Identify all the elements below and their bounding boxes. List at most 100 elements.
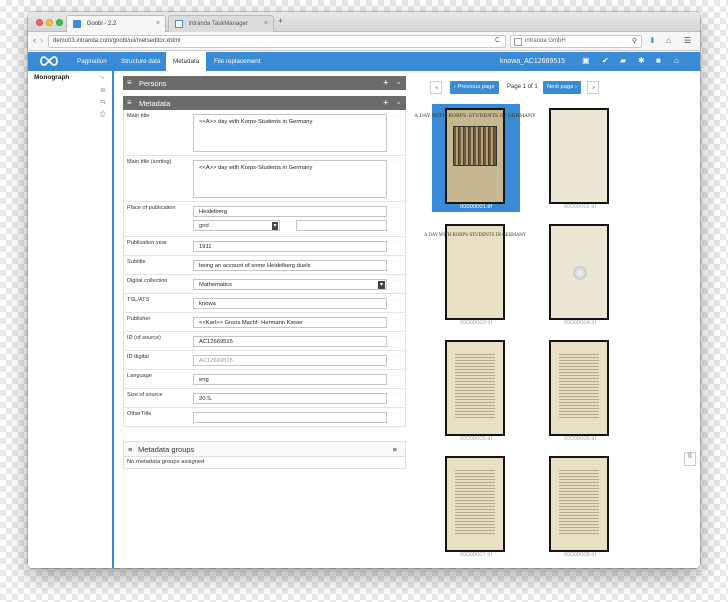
image-icon[interactable]: ▣ (582, 56, 590, 65)
metadata-section-header[interactable]: ≡ Metadata + - (123, 96, 406, 110)
save-icon[interactable]: ■ (656, 56, 661, 65)
row-actions-icon[interactable]: ◦◦ (392, 354, 400, 360)
row-actions-icon[interactable]: ◦◦ (392, 159, 400, 165)
authority-value-field[interactable] (296, 220, 387, 231)
groups-options-icon[interactable]: ≡ (393, 445, 397, 454)
menu-icon[interactable]: ☰ (684, 36, 691, 45)
metadata-add-icon[interactable]: + (383, 98, 388, 107)
thumbnail-7[interactable]: 00000007.tif (432, 452, 520, 560)
zoom-window-icon[interactable] (56, 19, 63, 26)
digital-collection-select[interactable]: Mathematics (193, 279, 387, 290)
groups-menu-icon[interactable]: ≡ (128, 445, 132, 454)
goobi-logo-icon[interactable] (38, 55, 60, 67)
row-actions-icon[interactable]: ◦◦ (392, 411, 400, 417)
row-actions-icon[interactable]: ◦◦ (392, 278, 400, 284)
main-title-sorting-field[interactable]: <<A>> day with Korps-Students in Germany (193, 160, 387, 198)
thumbnail-8[interactable]: 00000008.tif (536, 452, 624, 560)
tab-taskmanager[interactable]: intranda TaskManager × (168, 15, 274, 32)
tab-close-icon[interactable]: × (156, 20, 160, 27)
first-page-button[interactable]: « (430, 81, 442, 94)
field-label: Main title (sorting) (127, 159, 172, 165)
field-row-subtitle: Subtitle being an account of some Heidel… (123, 256, 406, 275)
persons-section-header[interactable]: ≡ Persons + - (123, 76, 406, 90)
place-of-publication-field[interactable]: Heidelberg (193, 206, 387, 217)
publication-year-field[interactable]: 1911 (193, 241, 387, 252)
page-image (549, 340, 609, 436)
row-actions-icon[interactable]: ◦◦ (392, 297, 400, 303)
tab-label: Goobi - 2.2 (86, 21, 117, 27)
new-tab-button[interactable]: + (278, 16, 283, 26)
forward-icon[interactable]: › (40, 35, 43, 45)
bookmark-icon[interactable]: ⌷ (684, 452, 696, 466)
close-window-icon[interactable] (36, 19, 43, 26)
nav-structure-data[interactable]: Structure data (114, 52, 168, 71)
id-digital-field[interactable]: AC12669515 (193, 355, 387, 366)
tab-goobi[interactable]: Goobi - 2.2 × (66, 15, 166, 32)
thumbnail-3[interactable]: A DAY WITH KORPS-STUDENTS IN GERMANY 000… (424, 220, 526, 328)
lock-icon[interactable]: ▰ (620, 56, 626, 65)
field-row-size-of-source: Size of source 20 S. ◦◦ (123, 389, 406, 408)
url-field[interactable]: demo03.intranda.com/goobi/uii/metseditor… (48, 35, 506, 48)
search-icon[interactable]: ⚲ (632, 37, 637, 45)
persons-collapse-icon[interactable]: - (397, 78, 400, 87)
row-actions-icon[interactable]: ◦◦ (392, 316, 400, 322)
no-groups-text: No metadata groups assigned (127, 459, 205, 465)
address-bar: ‹ › demo03.intranda.com/goobi/uii/metsed… (28, 32, 700, 51)
id-source-field[interactable]: AC12669515 (193, 336, 387, 347)
row-actions-icon[interactable]: ◦◦ (392, 205, 400, 211)
next-page-button[interactable]: Next page › (543, 81, 581, 94)
thumbnail-4[interactable]: 00000004.tif (536, 220, 624, 328)
last-page-button[interactable]: » (587, 81, 599, 94)
page-text (559, 352, 599, 420)
thumbnail-1[interactable]: A DAY WITH KORPS-STUDENTS IN GERMANY 000… (414, 104, 536, 212)
authority-select[interactable]: gnd (193, 220, 280, 231)
url-text: demo03.intranda.com/goobi/uii/metseditor… (53, 38, 181, 44)
publisher-field[interactable]: <<Karl>> Groos Machf- Hermann Kieser (193, 317, 387, 328)
list-icon[interactable]: ≣ (100, 86, 106, 94)
row-actions-icon[interactable]: ◦◦ (392, 392, 400, 398)
nav-pagination[interactable]: Pagination (70, 52, 114, 71)
size-of-source-field[interactable]: 20 S. (193, 393, 387, 404)
structure-tree: Monograph ⤷ ≣ ⇆ ⎙ (28, 71, 114, 568)
row-actions-icon[interactable]: ◦◦ (392, 335, 400, 341)
add-node-icon[interactable]: ⤷ (100, 74, 104, 82)
nav-file-replacement[interactable]: File replacement (207, 52, 268, 71)
tsl-ats-field[interactable]: knowa (193, 298, 387, 309)
thumbnail-5[interactable]: 00000005.tif (432, 336, 520, 444)
nav-metadata[interactable]: Metadata (166, 52, 207, 71)
thumbnail-2[interactable]: 00000002.tif (536, 104, 624, 212)
row-actions-icon[interactable]: ◦◦ (392, 113, 400, 119)
print-icon[interactable]: ⎙ (100, 111, 106, 119)
download-icon[interactable]: ⬇ (649, 36, 656, 45)
gear-icon[interactable]: ✱ (638, 56, 645, 65)
check-icon[interactable]: ✔ (602, 56, 609, 65)
home-icon[interactable]: ⌂ (674, 56, 679, 65)
previous-page-button[interactable]: ‹ Previous page (450, 81, 499, 94)
metadata-groups-header[interactable]: ≡ Metadata groups ≡ (123, 441, 406, 457)
thumbnail-label: 00000006.tif (564, 436, 596, 442)
subtitle-field[interactable]: being an account of some Heidelberg duel… (193, 260, 387, 271)
main-title-field[interactable]: <<A>> day with Korps-Students in Germany (193, 114, 387, 152)
field-row-id-digital: ID digital AC12669515 ◦◦ (123, 351, 406, 370)
othertitle-field[interactable] (193, 412, 387, 423)
language-field[interactable]: eng (193, 374, 387, 385)
row-actions-icon[interactable]: ◦◦ (392, 373, 400, 379)
persons-menu-icon[interactable]: ≡ (127, 78, 132, 87)
field-row-othertitle: OtherTitle ◦◦ (123, 408, 406, 427)
metadata-menu-icon[interactable]: ≡ (127, 98, 132, 107)
search-field[interactable]: intranda GmbH ⚲ (510, 35, 642, 48)
move-icon[interactable]: ⇆ (100, 98, 106, 106)
row-actions-icon[interactable]: ◦◦ (392, 259, 400, 265)
minimize-window-icon[interactable] (46, 19, 53, 26)
metadata-collapse-icon[interactable]: - (397, 98, 400, 107)
reload-icon[interactable]: C (495, 37, 500, 44)
back-icon[interactable]: ‹ (33, 35, 36, 45)
page-text (559, 468, 599, 536)
thumbnail-6[interactable]: 00000006.tif (536, 336, 624, 444)
persons-add-icon[interactable]: + (383, 78, 388, 87)
tab-close-icon[interactable]: × (264, 20, 268, 27)
row-actions-icon[interactable]: ◦◦ (392, 240, 400, 246)
home-icon[interactable]: ⌂ (666, 36, 671, 45)
tree-node-monograph[interactable]: Monograph (34, 74, 69, 81)
field-row-publisher: Publisher <<Karl>> Groos Machf- Hermann … (123, 313, 406, 332)
